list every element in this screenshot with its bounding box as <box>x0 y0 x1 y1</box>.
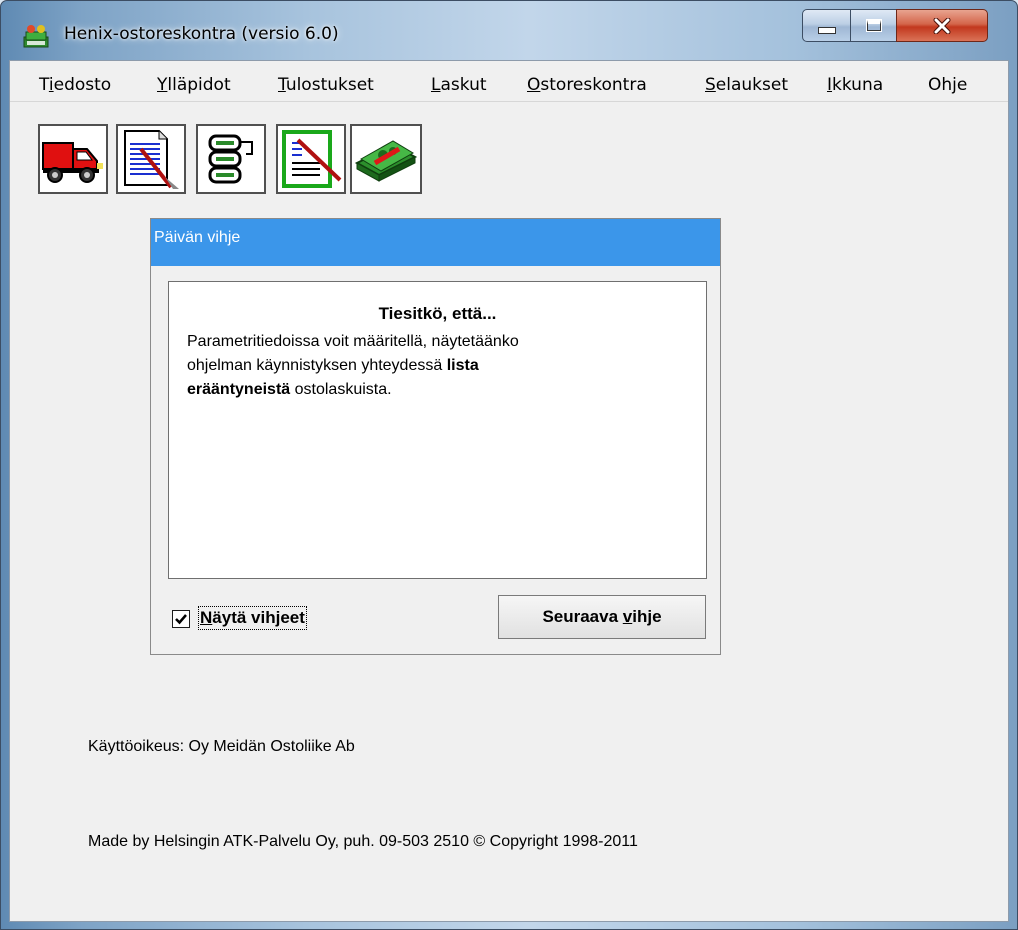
close-button[interactable] <box>896 9 988 42</box>
tip-heading: Tiesitkö, että... <box>378 304 497 323</box>
checkmark-icon <box>175 614 187 625</box>
menu-ikkuna[interactable]: Ikkuna <box>827 75 883 95</box>
minimize-icon <box>817 27 836 34</box>
tip-text-box <box>168 281 707 579</box>
app-money-icon[interactable] <box>22 23 50 51</box>
tip-line-2: ohjelman käynnistyksen yhteydessä lista <box>187 357 479 374</box>
close-icon <box>933 17 951 34</box>
toolbar-money-button[interactable] <box>350 124 422 194</box>
database-icon <box>208 134 253 184</box>
toolbar-document-button[interactable] <box>116 124 186 194</box>
menu-tiedosto[interactable]: Tiedosto <box>39 75 111 95</box>
menu-laskut[interactable]: Laskut <box>431 75 487 95</box>
money-icon <box>354 140 418 182</box>
license-text: Käyttöoikeus: Oy Meidän Ostoliike Ab <box>88 738 355 755</box>
menu-ohje[interactable]: Ohje <box>928 75 967 95</box>
show-tips-checkbox[interactable] <box>172 610 190 628</box>
truck-icon <box>42 142 103 183</box>
next-tip-button[interactable]: Seuraava v ihje <box>498 595 706 639</box>
toolbar-list-button[interactable] <box>276 124 346 194</box>
dialog-title: Päivän vihje <box>154 229 241 246</box>
show-tips-label[interactable]: Näytä vihjeet <box>198 606 307 630</box>
tip-line-3: erääntyneistä ostolaskuista. <box>187 381 392 398</box>
menu-tulostukset[interactable]: Tulostukset <box>278 75 374 95</box>
menu-ostoreskontra[interactable]: Ostoreskontra <box>527 75 647 95</box>
list-edit-icon <box>282 130 342 188</box>
menu-bar: Tiedosto Ylläpidot Tulostukset Laskut Os… <box>10 61 1008 102</box>
maximize-icon <box>865 19 882 32</box>
document-edit-icon <box>124 130 179 189</box>
window-title: Henix-ostoreskontra (versio 6.0) <box>64 24 339 44</box>
minimize-button[interactable] <box>802 9 851 42</box>
toolbar-database-button[interactable] <box>196 124 266 194</box>
maximize-button[interactable] <box>850 9 897 42</box>
tip-line-1: Parametritiedoissa voit määritellä, näyt… <box>187 333 519 350</box>
toolbar-truck-button[interactable] <box>38 124 108 194</box>
menu-yllapidot[interactable]: Ylläpidot <box>157 75 231 95</box>
menu-selaukset[interactable]: Selaukset <box>705 75 788 95</box>
credits-text: Made by Helsingin ATK-Palvelu Oy, puh. 0… <box>88 833 638 850</box>
title-bar[interactable]: Henix-ostoreskontra (versio 6.0) <box>0 0 1016 58</box>
